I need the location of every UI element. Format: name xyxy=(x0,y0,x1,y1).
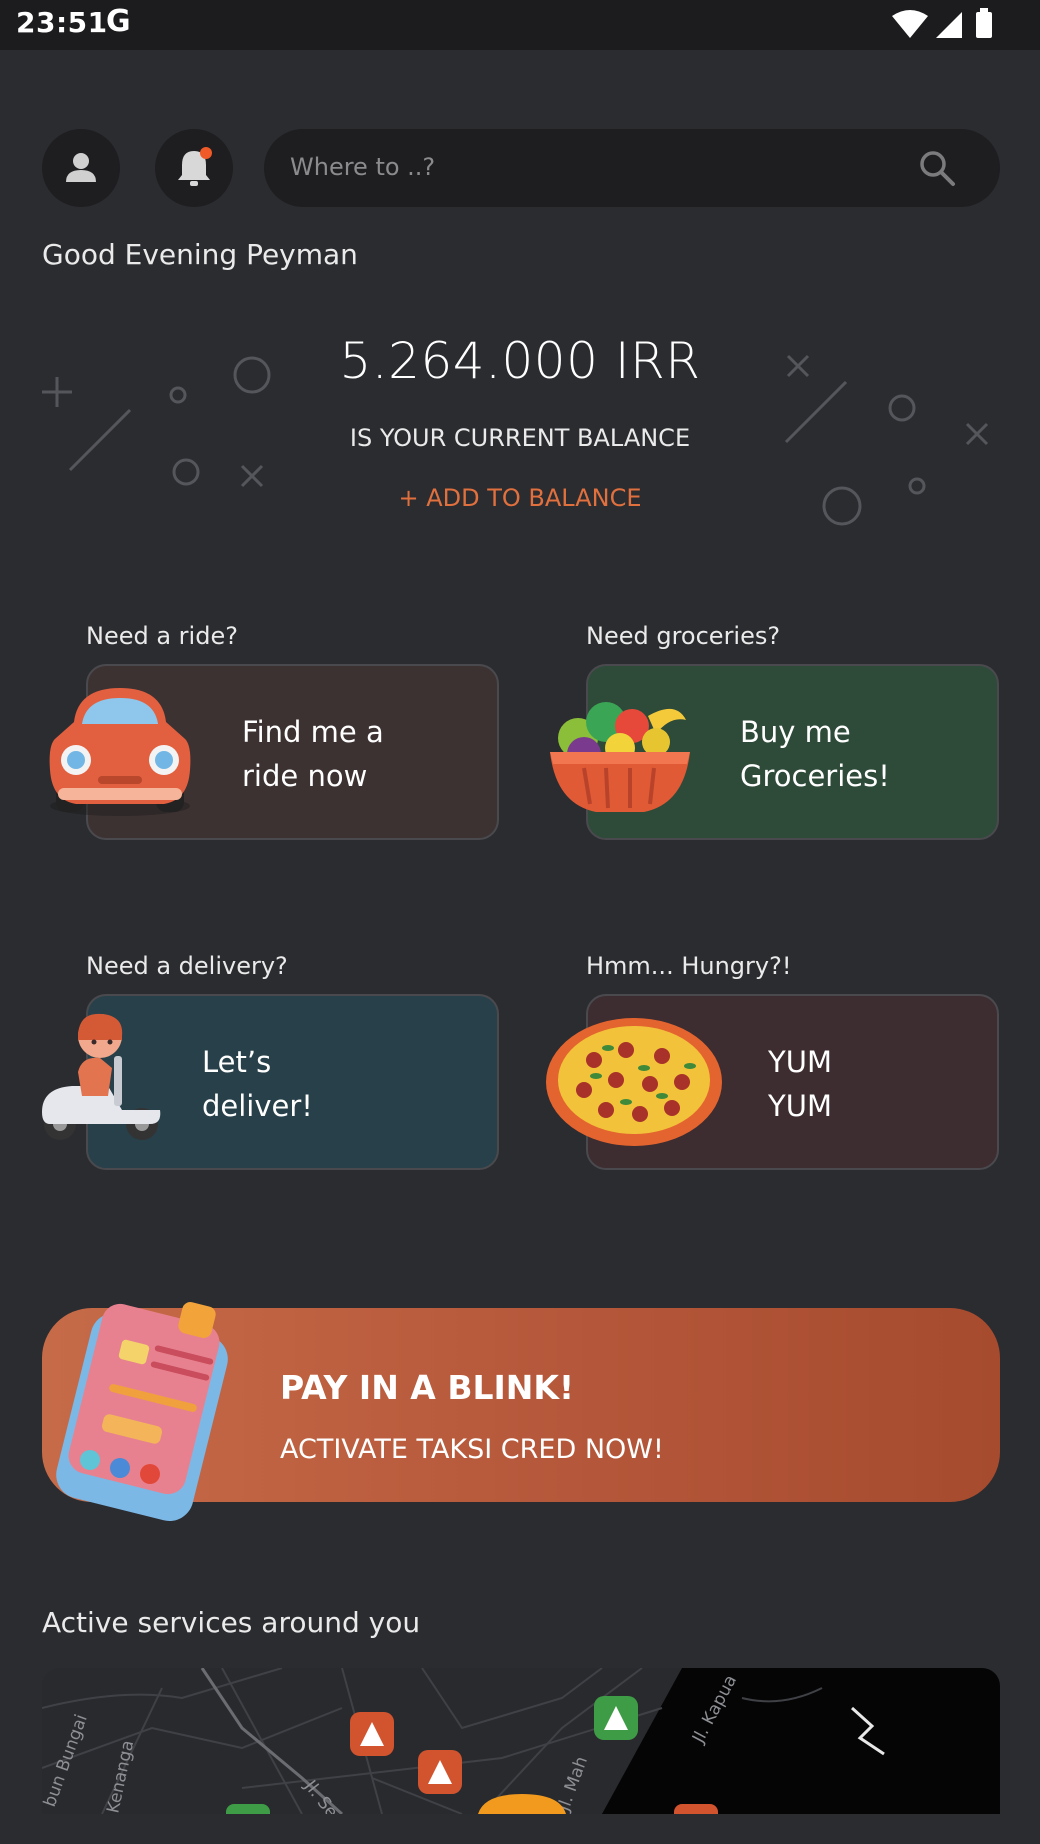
grocery-marker-icon[interactable] xyxy=(594,1696,638,1740)
street-label: Kenanga xyxy=(103,1739,138,1814)
active-services-title: Active services around you xyxy=(42,1606,421,1639)
car-icon xyxy=(49,688,191,816)
wifi-icon xyxy=(892,10,928,38)
grocery-marker-icon[interactable] xyxy=(226,1804,270,1814)
promo-headline: PAY IN A BLINK! xyxy=(280,1368,575,1407)
delivery-title: Need a delivery? xyxy=(86,952,288,980)
ride-label-line1: Find me a xyxy=(242,715,384,749)
notifications-button[interactable] xyxy=(155,129,233,207)
person-icon xyxy=(66,153,96,182)
search-icon[interactable] xyxy=(918,149,956,187)
status-time: 23:51 xyxy=(16,6,108,39)
greeting: Good Evening Peyman xyxy=(42,238,358,271)
groceries-label-line1: Buy me xyxy=(740,715,851,749)
pizza-icon xyxy=(546,1018,722,1146)
balance-amount: 5.264.000 IRR xyxy=(339,332,701,390)
ride-marker-icon[interactable] xyxy=(674,1804,718,1814)
search-bar[interactable] xyxy=(264,129,1000,207)
battery-icon xyxy=(976,12,992,38)
ride-title: Need a ride? xyxy=(86,622,238,650)
search-input[interactable] xyxy=(290,147,890,187)
ride-marker-icon[interactable] xyxy=(350,1712,394,1756)
map-canvas: bun Bungai Kenanga Jl. Ser Jl. Mah Jl. K… xyxy=(42,1668,1000,1814)
delivery-scooter-icon xyxy=(42,1013,161,1140)
bell-icon xyxy=(178,147,212,186)
food-label-line2: YUM xyxy=(768,1089,832,1123)
promo-subline: ACTIVATE TAKSI CRED NOW! xyxy=(280,1434,664,1465)
add-to-balance-link[interactable]: + ADD TO BALANCE xyxy=(0,484,1040,512)
balance-caption: IS YOUR CURRENT BALANCE xyxy=(349,424,691,452)
services-map[interactable]: bun Bungai Kenanga Jl. Ser Jl. Mah Jl. K… xyxy=(42,1668,1000,1814)
ride-label-line2: ride now xyxy=(242,759,368,793)
groceries-label-line2: Groceries! xyxy=(740,759,890,793)
groceries-title: Need groceries? xyxy=(586,622,781,650)
phone-wallet-icon xyxy=(56,1302,228,1522)
user-location-marker xyxy=(478,1794,566,1814)
notification-dot xyxy=(200,147,212,159)
food-label-line1: YUM xyxy=(768,1045,832,1079)
status-bar: 23:51 G xyxy=(0,0,1040,50)
delivery-label-line1: Let’s xyxy=(202,1045,272,1079)
fruit-basket-icon xyxy=(550,702,690,812)
street-label: bun Bungai xyxy=(42,1712,92,1810)
food-title: Hmm... Hungry?! xyxy=(586,952,792,980)
ride-marker-icon[interactable] xyxy=(418,1750,462,1794)
delivery-label-line2: deliver! xyxy=(202,1089,313,1123)
status-icons xyxy=(892,8,992,38)
signal-icon xyxy=(936,12,962,38)
google-icon: G xyxy=(106,4,131,39)
profile-button[interactable] xyxy=(42,129,120,207)
